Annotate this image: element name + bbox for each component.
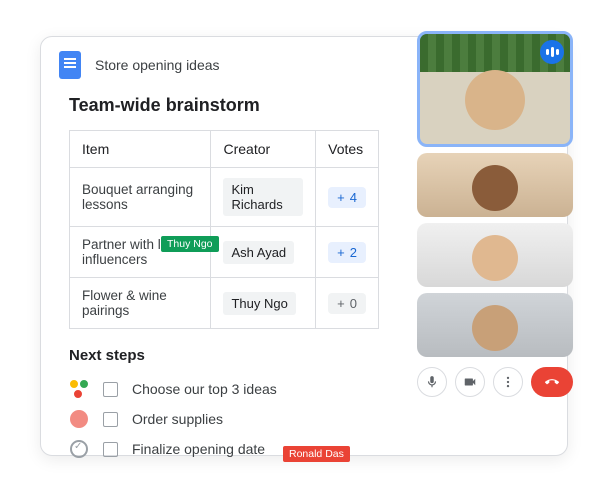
vote-chip[interactable]: +2: [328, 242, 366, 263]
speaking-indicator-icon: [540, 40, 564, 64]
video-button[interactable]: [455, 367, 485, 397]
more-vertical-icon: [501, 375, 515, 389]
cell-creator[interactable]: Ash Ayad: [211, 227, 316, 278]
creator-chip: Ash Ayad: [223, 241, 294, 264]
col-creator: Creator: [211, 131, 316, 168]
task-row: Order supplies: [69, 404, 539, 434]
table-row: Bouquet arranging lessons Kim Richards +…: [70, 168, 379, 227]
video-icon: [463, 375, 477, 389]
collaborator-cursor-tag: Thuy Ngo: [161, 236, 219, 252]
col-votes: Votes: [316, 131, 379, 168]
mic-button[interactable]: [417, 367, 447, 397]
document-card: Store opening ideas R S L Team-wide brai…: [40, 36, 568, 456]
video-participant: [472, 235, 518, 281]
task-checkbox[interactable]: [103, 442, 118, 457]
vote-chip[interactable]: +4: [328, 187, 366, 208]
col-item: Item: [70, 131, 211, 168]
video-tile-main[interactable]: [417, 31, 573, 147]
video-participant: [465, 70, 525, 130]
table-row: Flower & wine pairings Thuy Ngo +0: [70, 278, 379, 329]
phone-hangup-icon: [545, 375, 559, 389]
video-participant: [472, 305, 518, 351]
assignee-icon: [69, 409, 89, 429]
ideas-table-wrap: Item Creator Votes Bouquet arranging les…: [69, 130, 379, 329]
ideas-table: Item Creator Votes Bouquet arranging les…: [69, 130, 379, 329]
collaborator-cursor-tag: Ronald Das: [283, 446, 350, 462]
task-checkbox[interactable]: [103, 412, 118, 427]
task-text[interactable]: Order supplies: [132, 411, 223, 427]
task-text[interactable]: Finalize opening date: [132, 441, 265, 457]
video-participant: [472, 165, 518, 211]
google-docs-icon: [59, 51, 81, 79]
cell-votes[interactable]: +4: [316, 168, 379, 227]
creator-chip: Thuy Ngo: [223, 292, 295, 315]
cell-votes[interactable]: +2: [316, 227, 379, 278]
vote-chip[interactable]: +0: [328, 293, 366, 314]
target-check-icon: [69, 439, 89, 459]
table-header-row: Item Creator Votes: [70, 131, 379, 168]
cell-item[interactable]: Partner with local influencers: [70, 227, 211, 278]
cell-creator[interactable]: Thuy Ngo: [211, 278, 316, 329]
table-row: Partner with local influencers Ash Ayad …: [70, 227, 379, 278]
task-row: Finalize opening date Ronald Das: [69, 434, 539, 464]
people-icon: [69, 379, 89, 399]
task-checkbox[interactable]: [103, 382, 118, 397]
creator-chip: Kim Richards: [223, 178, 303, 216]
more-options-button[interactable]: [493, 367, 523, 397]
cell-votes[interactable]: +0: [316, 278, 379, 329]
cell-item[interactable]: Bouquet arranging lessons: [70, 168, 211, 227]
video-tile[interactable]: [417, 223, 573, 287]
video-tile[interactable]: [417, 153, 573, 217]
meet-controls: [417, 367, 573, 397]
meet-video-panel: [417, 31, 573, 397]
hangup-button[interactable]: [531, 367, 573, 397]
video-tile[interactable]: [417, 293, 573, 357]
cell-creator[interactable]: Kim Richards: [211, 168, 316, 227]
mic-icon: [425, 375, 439, 389]
cell-item[interactable]: Flower & wine pairings: [70, 278, 211, 329]
task-text[interactable]: Choose our top 3 ideas: [132, 381, 277, 397]
